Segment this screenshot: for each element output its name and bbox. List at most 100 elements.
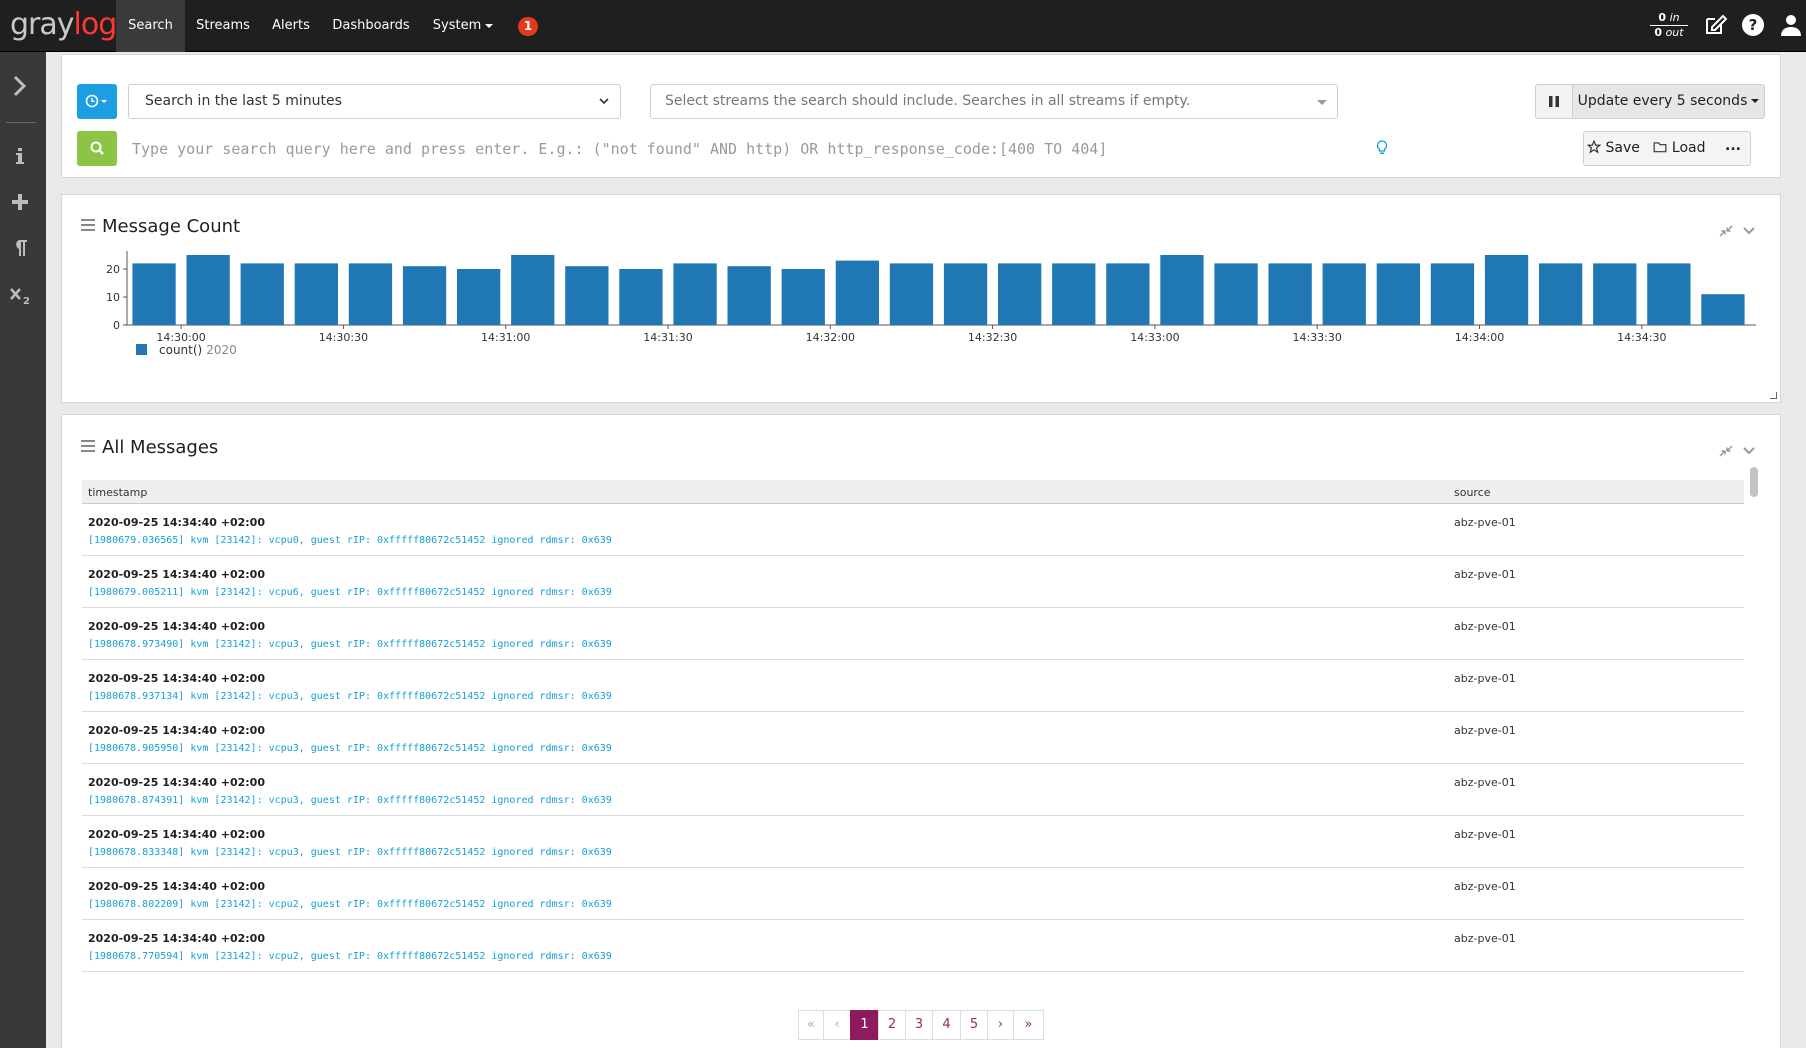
plus-icon[interactable] bbox=[0, 190, 40, 226]
message-source[interactable]: abz-pve-01 bbox=[1454, 516, 1516, 529]
message-row[interactable]: 2020-09-25 14:34:40 +02:00 [1980678.77059… bbox=[82, 920, 1744, 972]
hamburger-icon[interactable] bbox=[81, 440, 95, 452]
nav-streams[interactable]: Streams bbox=[188, 0, 258, 52]
chart-bar[interactable] bbox=[619, 269, 663, 325]
edit-icon[interactable] bbox=[1703, 13, 1729, 39]
chart-bar[interactable] bbox=[348, 263, 393, 325]
chart-bar[interactable] bbox=[998, 263, 1042, 325]
search-button[interactable] bbox=[77, 131, 117, 166]
message-text[interactable]: [1980678.770594] kvm [23142]: vcpu2, gue… bbox=[88, 951, 612, 962]
more-actions-button[interactable]: ... bbox=[1716, 131, 1751, 166]
pause-refresh-button[interactable] bbox=[1535, 84, 1573, 119]
user-icon[interactable] bbox=[1779, 13, 1805, 39]
chart-bar[interactable] bbox=[1160, 255, 1204, 325]
lightbulb-icon[interactable] bbox=[1376, 140, 1388, 156]
chart-bar[interactable] bbox=[457, 269, 501, 325]
message-row[interactable]: 2020-09-25 14:34:40 +02:00 [1980678.83334… bbox=[82, 816, 1744, 868]
chart-bar[interactable] bbox=[565, 266, 609, 325]
chart-bar[interactable] bbox=[402, 266, 447, 325]
chart-bar[interactable] bbox=[294, 263, 338, 325]
message-row[interactable]: 2020-09-25 14:34:40 +02:00 [1980678.90595… bbox=[82, 712, 1744, 764]
widget-resize-handle[interactable] bbox=[1770, 392, 1777, 399]
chevron-right-icon[interactable] bbox=[0, 72, 40, 108]
chart-bar[interactable] bbox=[889, 263, 934, 325]
messages-scrollbar[interactable] bbox=[1749, 467, 1759, 977]
chart-legend[interactable]: count() 2020 bbox=[136, 343, 237, 357]
pagination-next[interactable]: › bbox=[987, 1010, 1014, 1040]
message-row[interactable]: 2020-09-25 14:34:40 +02:00 [1980678.93713… bbox=[82, 660, 1744, 712]
chart-bar[interactable] bbox=[1268, 263, 1312, 325]
chart-bar[interactable] bbox=[1593, 263, 1637, 325]
chart-bar[interactable] bbox=[943, 263, 988, 325]
message-text[interactable]: [1980679.005211] kvm [23142]: vcpu6, gue… bbox=[88, 587, 612, 598]
chart-bar[interactable] bbox=[835, 260, 879, 325]
message-text[interactable]: [1980678.905950] kvm [23142]: vcpu3, gue… bbox=[88, 743, 612, 754]
message-source[interactable]: abz-pve-01 bbox=[1454, 828, 1516, 841]
message-row[interactable]: 2020-09-25 14:34:40 +02:00 [1980679.00521… bbox=[82, 556, 1744, 608]
refresh-interval-button[interactable]: Update every 5 seconds bbox=[1572, 84, 1765, 119]
subscript-icon[interactable]: 2 bbox=[0, 282, 40, 318]
chart-bar[interactable] bbox=[1052, 263, 1096, 325]
search-query-input[interactable] bbox=[128, 131, 1388, 166]
column-header-source[interactable]: source bbox=[1454, 486, 1491, 499]
chart-bar[interactable] bbox=[1106, 263, 1150, 325]
message-text[interactable]: [1980678.937134] kvm [23142]: vcpu3, gue… bbox=[88, 691, 612, 702]
message-source[interactable]: abz-pve-01 bbox=[1454, 776, 1516, 789]
widget-actions[interactable] bbox=[1718, 443, 1756, 459]
timerange-type-button[interactable] bbox=[77, 84, 117, 119]
chart-bar[interactable] bbox=[781, 269, 825, 325]
nav-search[interactable]: Search bbox=[116, 0, 185, 52]
chart-bar[interactable] bbox=[1701, 294, 1745, 325]
throughput-indicator[interactable]: 0 in 0 out bbox=[1650, 11, 1688, 40]
chart-bar[interactable] bbox=[1376, 263, 1420, 325]
pagination-page-5[interactable]: 5 bbox=[960, 1010, 988, 1040]
pagination-last[interactable]: » bbox=[1013, 1010, 1044, 1040]
pagination-page-1[interactable]: 1 bbox=[850, 1010, 879, 1040]
graylog-logo[interactable]: graylog bbox=[10, 8, 117, 44]
chart-bar[interactable] bbox=[511, 255, 555, 325]
message-row[interactable]: 2020-09-25 14:34:40 +02:00 [1980679.03656… bbox=[82, 504, 1744, 556]
save-button[interactable]: Save bbox=[1583, 131, 1644, 166]
message-source[interactable]: abz-pve-01 bbox=[1454, 724, 1516, 737]
chart-bar[interactable] bbox=[673, 263, 717, 325]
notification-badge[interactable]: 1 bbox=[518, 17, 538, 36]
chart-bar[interactable] bbox=[727, 266, 771, 325]
nav-dashboards[interactable]: Dashboards bbox=[328, 0, 414, 52]
message-text[interactable]: [1980678.802209] kvm [23142]: vcpu2, gue… bbox=[88, 899, 612, 910]
chart-bar[interactable] bbox=[240, 263, 284, 325]
message-text[interactable]: [1980678.874391] kvm [23142]: vcpu3, gue… bbox=[88, 795, 612, 806]
chart-bar[interactable] bbox=[1322, 263, 1366, 325]
scrollbar-thumb[interactable] bbox=[1750, 467, 1758, 497]
message-row[interactable]: 2020-09-25 14:34:40 +02:00 [1980678.80220… bbox=[82, 868, 1744, 920]
help-icon[interactable]: ? bbox=[1741, 13, 1767, 39]
message-source[interactable]: abz-pve-01 bbox=[1454, 620, 1516, 633]
chart-bar[interactable] bbox=[1214, 263, 1258, 325]
chart-bar[interactable] bbox=[1539, 263, 1583, 325]
nav-alerts[interactable]: Alerts bbox=[265, 0, 317, 52]
load-button[interactable]: Load bbox=[1643, 131, 1717, 166]
message-text[interactable]: [1980678.833348] kvm [23142]: vcpu3, gue… bbox=[88, 847, 612, 858]
message-text[interactable]: [1980679.036565] kvm [23142]: vcpu0, gue… bbox=[88, 535, 612, 546]
info-icon[interactable] bbox=[0, 144, 40, 180]
pagination-page-4[interactable]: 4 bbox=[932, 1010, 961, 1040]
message-source[interactable]: abz-pve-01 bbox=[1454, 880, 1516, 893]
pagination-prev[interactable]: ‹ bbox=[823, 1010, 851, 1040]
streams-select[interactable]: Select streams the search should include… bbox=[650, 84, 1338, 119]
message-source[interactable]: abz-pve-01 bbox=[1454, 932, 1516, 945]
chart-bar[interactable] bbox=[1647, 263, 1691, 325]
pagination-first[interactable]: « bbox=[798, 1010, 824, 1040]
paragraph-icon[interactable] bbox=[0, 236, 40, 272]
message-row[interactable]: 2020-09-25 14:34:40 +02:00 [1980678.97349… bbox=[82, 608, 1744, 660]
message-source[interactable]: abz-pve-01 bbox=[1454, 568, 1516, 581]
chart-bar[interactable] bbox=[186, 255, 230, 325]
column-header-timestamp[interactable]: timestamp bbox=[88, 486, 147, 499]
chart-bar[interactable] bbox=[1430, 263, 1475, 325]
pagination-page-2[interactable]: 2 bbox=[878, 1010, 906, 1040]
chart-bar[interactable] bbox=[132, 263, 176, 325]
nav-system[interactable]: System bbox=[425, 0, 501, 52]
message-text[interactable]: [1980678.973490] kvm [23142]: vcpu3, gue… bbox=[88, 639, 612, 650]
chart-bar[interactable] bbox=[1484, 255, 1529, 325]
message-row[interactable]: 2020-09-25 14:34:40 +02:00 [1980678.87439… bbox=[82, 764, 1744, 816]
message-source[interactable]: abz-pve-01 bbox=[1454, 672, 1516, 685]
timerange-select[interactable]: Search in the last 5 minutes bbox=[128, 84, 621, 119]
